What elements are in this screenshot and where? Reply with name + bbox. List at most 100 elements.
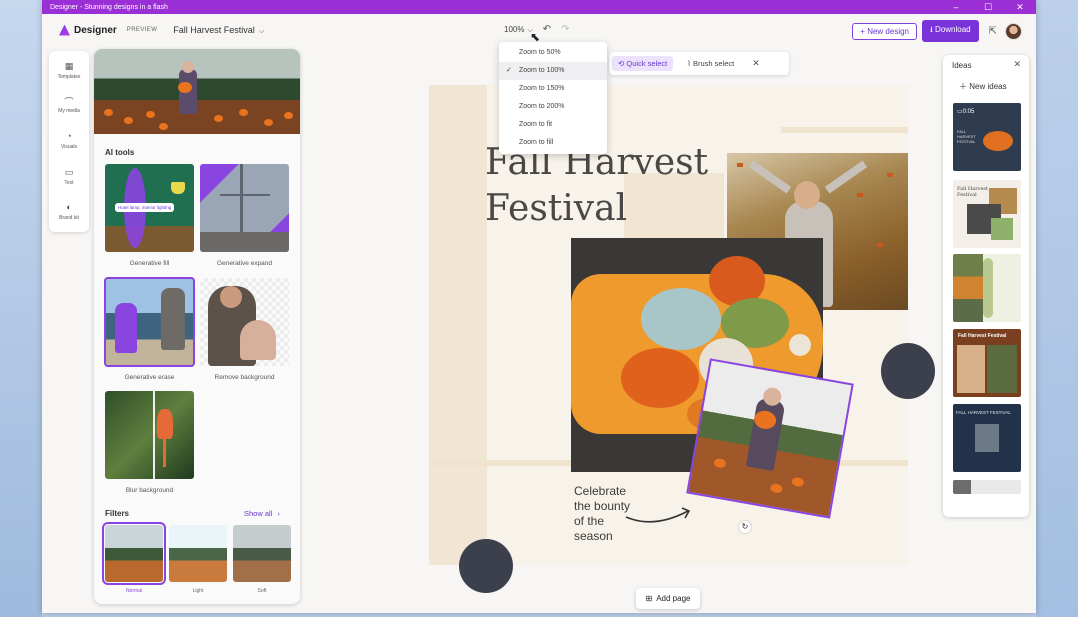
download-button[interactable]: ⭳ Download [922,20,979,42]
desktop-background-right [1036,0,1078,617]
chevron-right-icon: › [277,509,280,518]
tool-generative-erase[interactable]: Generative erase [104,277,195,381]
zoom-option-selected[interactable]: ✓ Zoom to 100% [499,62,607,80]
caption-line: Celebrate [574,484,627,498]
decor-line [781,127,908,133]
rail-item-my-media[interactable]: ⌒ My media [49,95,89,114]
redo-icon[interactable]: ↷ [561,24,569,35]
rail-item-templates[interactable]: ▦ Templates [49,61,89,80]
tool-label: Generative expand [217,260,272,267]
zoom-dropdown[interactable]: 100% ⌵ [504,25,533,35]
ai-tools-panel: AI tools Hotel lamp, interior lighting G… [94,49,300,604]
zoom-option[interactable]: Zoom to 200% [499,98,607,116]
new-ideas-button[interactable]: ＋ New ideas [959,81,1007,92]
tool-blur-background[interactable]: Blur background [105,391,194,494]
ai-tools-title: AI tools [105,148,135,157]
ideas-title: Ideas [952,61,972,70]
quick-select-button[interactable]: ⟲ Quick select [612,56,674,71]
close-icon[interactable]: ✕ [1013,59,1021,70]
canvas-caption[interactable]: Celebrate the bounty of the season [574,484,630,544]
show-all-link[interactable]: Show all › [244,509,280,518]
rotate-icon[interactable]: ↻ [739,521,751,533]
brand-kit-icon: ◐ [66,202,72,212]
desktop-background-left [0,0,42,617]
tool-label: Generative fill [129,260,170,267]
brand[interactable]: Designer [59,24,117,36]
rail-item-label: My media [58,108,80,114]
close-icon[interactable]: ✕ [1004,0,1036,14]
avatar[interactable] [1005,22,1022,40]
quick-select-label: Quick select [626,59,668,68]
video-duration: ▭0:05 [957,109,975,115]
zoom-option-label: Zoom to 100% [519,67,565,74]
tool-remove-background[interactable]: Remove background [200,278,289,381]
idea-card[interactable]: Fall Harvest Festival [953,180,1021,248]
filter-normal[interactable]: Normal [102,522,166,594]
add-page-label: Add page [656,594,691,603]
brush-select-label: Brush select [692,59,735,68]
share-icon[interactable]: ⇱ [989,26,997,37]
header-actions: + New design ⭳ Download ⇱ [852,20,1022,42]
close-icon[interactable]: ✕ [752,58,760,69]
tool-rail: ▦ Templates ⌒ My media ◔ Visuals ▭ Text … [49,51,89,232]
zoom-option-label: Zoom to fit [519,121,553,128]
filters-row: Normal Light Soft [102,522,291,594]
zoom-option[interactable]: Zoom to 150% [499,80,607,98]
plus-icon: ＋ [959,82,970,91]
idea-card[interactable] [953,254,1021,322]
zoom-option[interactable]: Zoom to fill [499,134,607,152]
rail-item-label: Brand kit [59,215,79,221]
add-page-button[interactable]: ⊞ Add page [636,588,700,609]
idea-card[interactable] [953,480,1021,494]
selection-toolbar: ⟲ Quick select ⌇ Brush select ✕ [609,52,789,75]
rail-item-label: Text [64,180,74,186]
app-window: Designer - Stunning designs in a flash –… [42,0,1036,613]
undo-icon[interactable]: ↶ [543,24,551,35]
brush-select-button[interactable]: ⌇ Brush select [687,59,734,68]
rail-item-label: Templates [57,74,81,80]
decor-band [429,85,487,565]
zoom-option[interactable]: Zoom to 50% [499,44,607,62]
filters-title: Filters [105,509,130,518]
zoom-option-label: Zoom to fill [519,139,554,146]
design-canvas[interactable]: Fall Harvest Festival Celebrate the boun… [429,85,935,593]
generative-fill-tooltip: Hotel lamp, interior lighting [115,203,175,212]
filter-label: Light [192,588,204,594]
curved-arrow-icon [625,507,691,523]
idea-card[interactable]: ▭0:05 FALL HARVEST FESTIVAL [953,103,1021,171]
tool-generative-fill[interactable]: Hotel lamp, interior lighting Generative… [105,164,194,267]
text-icon: ▭ [64,167,74,177]
templates-icon: ▦ [64,61,74,71]
window-title: Designer - Stunning designs in a flash [50,3,168,11]
download-label: Download [935,25,971,34]
zoom-option-label: Zoom to 200% [519,103,565,110]
zoom-value: 100% [504,24,525,34]
girl-photo-selected[interactable] [686,358,854,519]
rail-item-text[interactable]: ▭ Text [49,167,89,186]
idea-card-text: Fall Harvest Festival [958,333,1007,339]
filter-label: Soft [257,588,267,594]
rail-item-brand-kit[interactable]: ◐ Brand kit [49,202,89,221]
filter-thumbnail [169,525,227,582]
zoom-option[interactable]: Zoom to fit [499,116,607,134]
ideas-panel: Ideas ✕ ＋ New ideas ▭0:05 FALL HARVEST FES… [943,55,1029,517]
selected-image-preview [94,49,300,134]
idea-card-text: FALL HARVEST FESTIVAL [956,410,1011,415]
filter-thumbnail [233,525,291,582]
tool-label: Generative erase [124,374,175,381]
document-name-text: Fall Harvest Festival [173,24,255,35]
filter-soft[interactable]: Soft [233,525,291,594]
idea-card[interactable]: Fall Harvest Festival [953,329,1021,397]
show-all-label: Show all [244,509,273,518]
window-controls: – ☐ ✕ [940,0,1036,14]
maximize-icon[interactable]: ☐ [972,0,1004,14]
tool-label: Blur background [125,487,174,494]
tool-generative-expand[interactable]: Generative expand [200,164,289,267]
idea-card-text: Fall Harvest Festival [957,186,988,198]
minimize-icon[interactable]: – [940,0,972,14]
rail-item-visuals[interactable]: ◔ Visuals [49,131,89,150]
new-design-button[interactable]: + New design [852,22,917,40]
filter-light[interactable]: Light [169,525,227,594]
document-name[interactable]: Fall Harvest Festival ⌵ [173,25,264,36]
idea-card[interactable]: FALL HARVEST FESTIVAL [953,404,1021,472]
